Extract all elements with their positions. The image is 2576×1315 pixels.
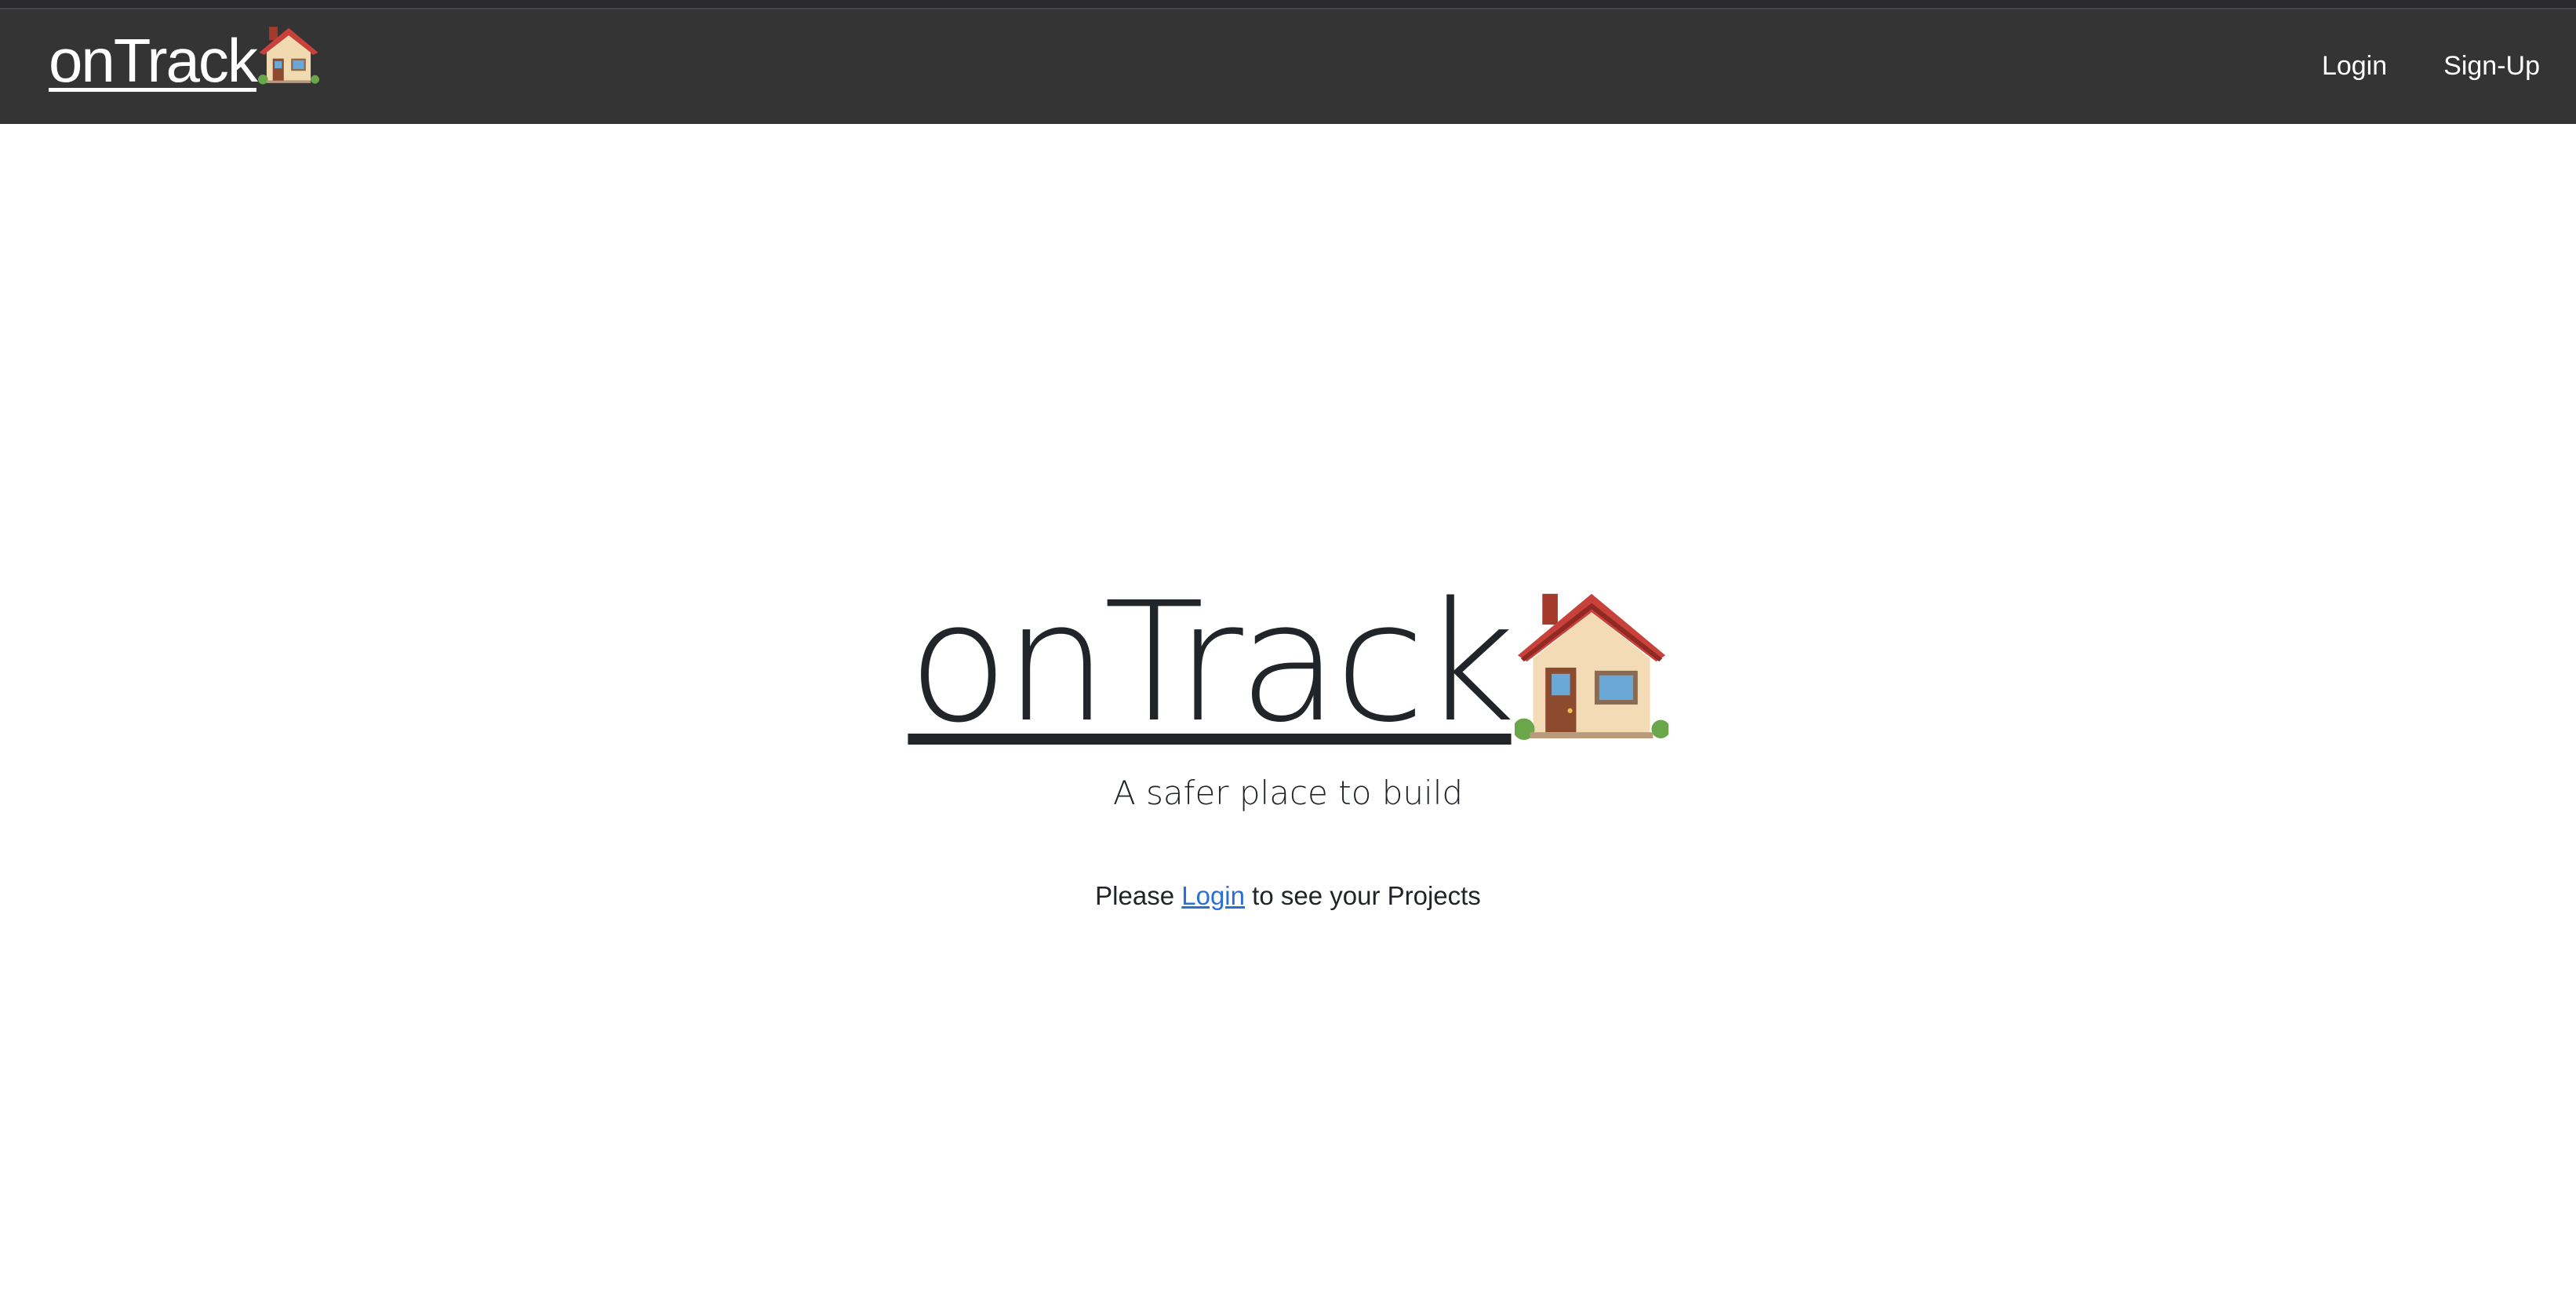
login-prompt: Please Login to see your Projects bbox=[1095, 881, 1481, 911]
prompt-before: Please bbox=[1095, 881, 1175, 910]
brand-text: onTrack bbox=[49, 26, 258, 96]
hero-title: onTrack bbox=[908, 566, 1515, 759]
nav-login-link[interactable]: Login bbox=[2322, 50, 2387, 82]
house-icon bbox=[1512, 586, 1670, 747]
prompt-login-link[interactable]: Login bbox=[1181, 881, 1245, 910]
hero-subtitle: A safer place to build bbox=[1112, 774, 1464, 812]
nav-links: Login Sign-Up bbox=[2322, 50, 2540, 82]
prompt-after: to see your Projects bbox=[1252, 881, 1481, 910]
window-top-strip bbox=[0, 0, 2576, 9]
brand-link[interactable]: onTrack bbox=[49, 24, 319, 98]
hero: onTrack A safer place to build Please Lo… bbox=[0, 581, 2576, 911]
hero-title-row: onTrack bbox=[908, 566, 1670, 759]
navbar: onTrack Login Sign-Up bbox=[0, 9, 2576, 124]
house-icon bbox=[257, 24, 319, 90]
nav-signup-link[interactable]: Sign-Up bbox=[2443, 50, 2540, 82]
